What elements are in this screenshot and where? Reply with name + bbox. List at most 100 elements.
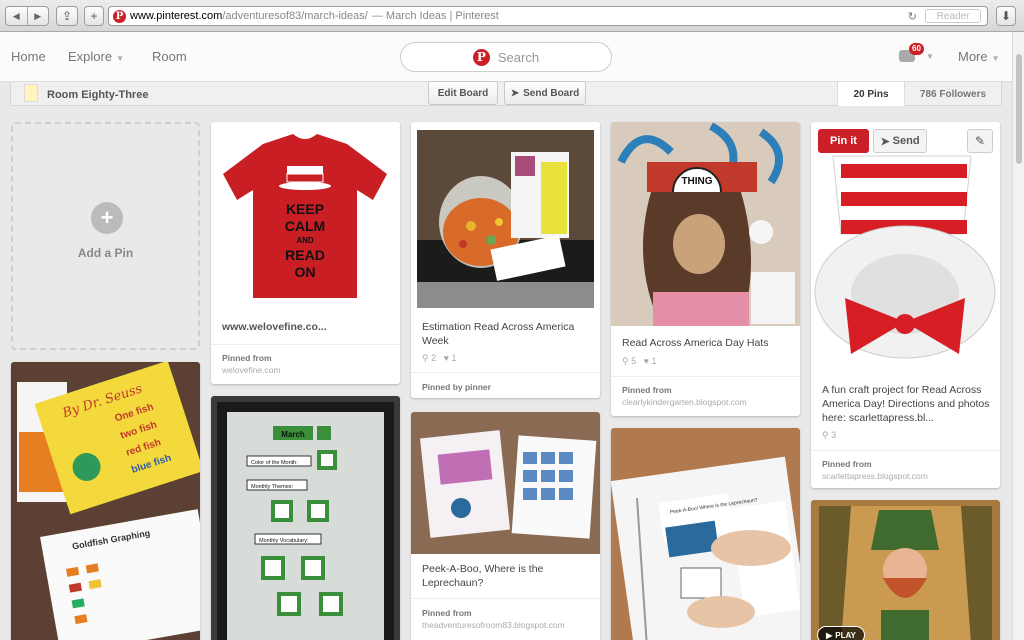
pin-description[interactable]: Read Across America Day Hats (622, 336, 768, 350)
pin-card[interactable]: March Color of the Month: Monthly Themes… (211, 396, 400, 640)
chevron-down-icon: ▼ (991, 54, 1000, 63)
like-count-value: 1 (451, 353, 457, 363)
pin-source-label: Pinned by pinner (422, 382, 491, 392)
repin-count: ⚲ 2 ♥ 1 (422, 353, 457, 363)
board-label: Monthly Themes: (251, 484, 294, 490)
send-board-button[interactable]: ➤ Send Board (504, 81, 586, 105)
pin-description[interactable]: Estimation Read Across America Week (422, 320, 592, 348)
pin-card[interactable]: Estimation Read Across America Week ⚲ 2 … (411, 122, 600, 398)
pin-description[interactable]: www.welovefine.co... (222, 320, 327, 334)
back-forward-buttons[interactable]: ◀ ▶ (5, 6, 49, 26)
pin-card[interactable]: THING 1 Read Across America Day Hats ⚲ 5… (611, 122, 800, 416)
pin-description[interactable]: A fun craft project for Read Across Amer… (822, 383, 994, 425)
pin-card[interactable]: Peek-A-Boo! Where is the Leprechaun? (611, 428, 800, 640)
forward-icon[interactable]: ▶ (26, 7, 49, 25)
board-title-text: March (281, 430, 305, 439)
board-name[interactable]: Room Eighty-Three (47, 89, 148, 101)
repin-count: ⚲ 5 ♥ 1 (622, 356, 657, 366)
url-host: www.pinterest.com (130, 10, 223, 22)
board-thumbnail[interactable] (24, 84, 38, 102)
edit-board-button[interactable]: Edit Board (428, 81, 498, 105)
divider (811, 450, 1000, 451)
reload-icon[interactable]: ↻ (908, 10, 917, 23)
add-pin-label: Add a Pin (77, 246, 134, 260)
site-header: Home Explore ▼ Room P Search 60 ▼ More ▼ (0, 32, 1012, 82)
plus-icon: + (91, 202, 123, 234)
pinterest-favicon-icon: P (113, 9, 126, 23)
pin-card[interactable]: ▶ PLAY (811, 500, 1000, 640)
add-pin-card[interactable]: + Add a Pin (11, 122, 200, 350)
pin-image[interactable] (811, 500, 1000, 640)
play-icon: ▶ (826, 630, 833, 640)
pin-source-url[interactable]: scarlettapress.blogspot.com (822, 471, 928, 481)
search-placeholder: Search (497, 49, 540, 65)
send-board-label: Send Board (523, 87, 580, 99)
pin-card[interactable]: Peek-A-Boo, Where is the Leprechaun? Pin… (411, 412, 600, 640)
pin-image[interactable]: THING 1 (611, 122, 800, 326)
repin-count-value: 3 (831, 430, 837, 440)
pins-count-tab[interactable]: 20 Pins (837, 82, 905, 106)
scrollbar[interactable] (1012, 32, 1024, 640)
scrollbar-thumb[interactable] (1016, 54, 1022, 164)
divider (411, 372, 600, 373)
pin-source-label: Pinned from (822, 459, 872, 469)
send-icon: ➤ (510, 87, 520, 99)
page-title: — March Ideas | Pinterest (371, 10, 499, 22)
chevron-down-icon[interactable]: ▼ (926, 52, 934, 61)
new-tab-button[interactable]: + (84, 6, 104, 26)
pin-it-button[interactable]: Pin it (818, 129, 869, 153)
pin-description[interactable]: Peek-A-Boo, Where is the Leprechaun? (422, 562, 592, 590)
browser-toolbar: ◀ ▶ ⇪ + P www.pinterest.com /adventureso… (0, 0, 1024, 32)
reader-button[interactable]: Reader (925, 9, 981, 23)
address-bar[interactable]: P www.pinterest.com /adventuresof83/marc… (108, 6, 988, 26)
like-count-value: 1 (651, 356, 657, 366)
pin-image[interactable] (411, 412, 600, 554)
shirt-line: CALM (285, 218, 325, 234)
shirt-line: AND (296, 236, 314, 245)
pin-image[interactable] (811, 122, 1000, 374)
divider (411, 598, 600, 599)
nav-more[interactable]: More ▼ (958, 49, 1000, 64)
send-label: Send (892, 135, 920, 147)
search-input[interactable]: P Search (400, 42, 612, 72)
play-button[interactable]: ▶ PLAY (817, 626, 865, 640)
pin-source-url[interactable]: theadventuresofroom83.blogspot.com (422, 620, 565, 630)
downloads-icon[interactable]: ⬇ (996, 6, 1016, 26)
board-label: Color of the Month: (251, 460, 298, 466)
pin-image[interactable]: March Color of the Month: Monthly Themes… (211, 396, 400, 640)
nav-explore-label: Explore (68, 49, 113, 64)
pin-source-url[interactable]: clearlykindergarten.blogspot.com (622, 397, 747, 407)
pin-image[interactable]: KEEP CALM AND READ ON (211, 122, 400, 310)
play-label: PLAY (835, 630, 856, 640)
notifications-button[interactable]: 60 (899, 43, 924, 64)
nav-home[interactable]: Home (11, 49, 46, 64)
board-header: Room Eighty-Three Edit Board ➤ Send Board… (10, 81, 1002, 106)
pin-source-label: Pinned from (222, 353, 272, 363)
pin-image[interactable] (411, 122, 600, 310)
nav-explore[interactable]: Explore ▼ (68, 49, 124, 64)
pin-card[interactable]: KEEP CALM AND READ ON www.welovefine.co.… (211, 122, 400, 384)
back-icon[interactable]: ◀ (6, 7, 27, 25)
edit-pencil-icon[interactable]: ✎ (967, 129, 993, 153)
send-button[interactable]: ➤ Send (873, 129, 927, 153)
pin-image[interactable]: Peek-A-Boo! Where is the Leprechaun? (611, 428, 800, 640)
pin-card[interactable]: Pin it ➤ Send ✎ A fun craft project for R… (811, 122, 1000, 488)
shirt-line: ON (295, 264, 316, 280)
shirt-line: KEEP (286, 201, 324, 217)
pin-source-label: Pinned from (622, 385, 672, 395)
repin-count: ⚲ 3 (822, 430, 837, 440)
hat-text: THING (681, 176, 712, 187)
nav-more-label: More (958, 49, 988, 64)
pin-card[interactable]: By Dr. Seuss One fish two fish red fish … (11, 362, 200, 640)
share-icon[interactable]: ⇪ (56, 6, 78, 26)
url-path: /adventuresof83/march-ideas/ (222, 10, 368, 22)
pin-image[interactable]: By Dr. Seuss One fish two fish red fish … (11, 362, 200, 640)
shirt-line: READ (285, 247, 325, 263)
notification-badge: 60 (909, 43, 924, 55)
pin-source-label: Pinned from (422, 608, 472, 618)
divider (611, 376, 800, 377)
followers-count-tab[interactable]: 786 Followers (905, 82, 1001, 106)
nav-room[interactable]: Room (152, 49, 187, 64)
pin-source-url[interactable]: welovefine.com (222, 365, 281, 375)
divider (211, 344, 400, 345)
